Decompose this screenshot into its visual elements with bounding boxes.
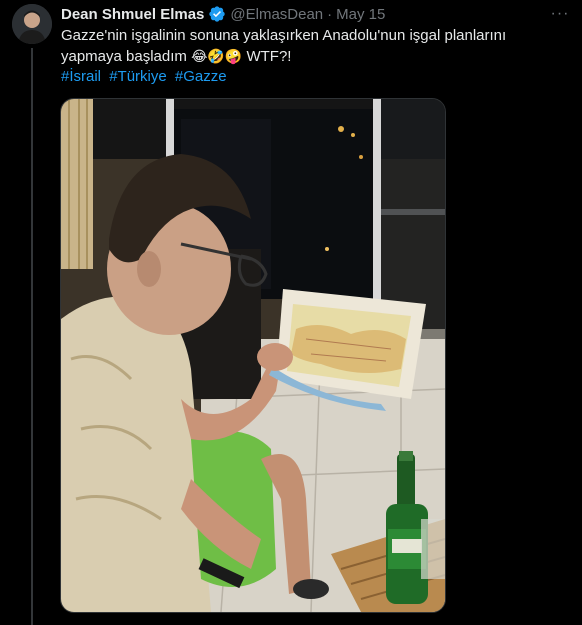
author-name[interactable]: Dean Shmuel Elmas	[61, 6, 204, 23]
hashtag-israil[interactable]: #İsrail	[61, 68, 101, 85]
tweet-card[interactable]: Dean Shmuel Elmas @ElmasDean · May 15 ··…	[0, 0, 582, 625]
photo-illustration	[61, 99, 445, 612]
more-options-icon[interactable]: ···	[550, 4, 570, 24]
tweet-photo[interactable]	[60, 98, 446, 613]
tweet-header: Dean Shmuel Elmas @ElmasDean · May 15	[61, 4, 385, 24]
hashtag-gazze[interactable]: #Gazze	[175, 68, 227, 85]
thread-line	[31, 48, 33, 625]
hashtags: #İsrail #Türkiye #Gazze	[61, 67, 231, 87]
tweet-text-line2: yapmaya başladım	[61, 48, 187, 65]
tweet-emojis: 😂🤣🤪	[191, 48, 243, 64]
separator-dot: ·	[327, 5, 333, 23]
tweet-date[interactable]: May 15	[336, 6, 385, 23]
tweet-text-end: WTF?!	[246, 48, 292, 65]
tweet-text-line1: Gazze'nin işgalinin sonuna yaklaşırken A…	[61, 27, 507, 44]
hashtag-turkiye[interactable]: #Türkiye	[109, 68, 167, 85]
avatar[interactable]	[12, 4, 52, 44]
avatar-image	[12, 4, 52, 44]
tweet-text: Gazze'nin işgalinin sonuna yaklaşırken A…	[61, 26, 566, 67]
verified-badge-icon	[208, 5, 226, 23]
author-handle[interactable]: @ElmasDean	[230, 6, 323, 23]
